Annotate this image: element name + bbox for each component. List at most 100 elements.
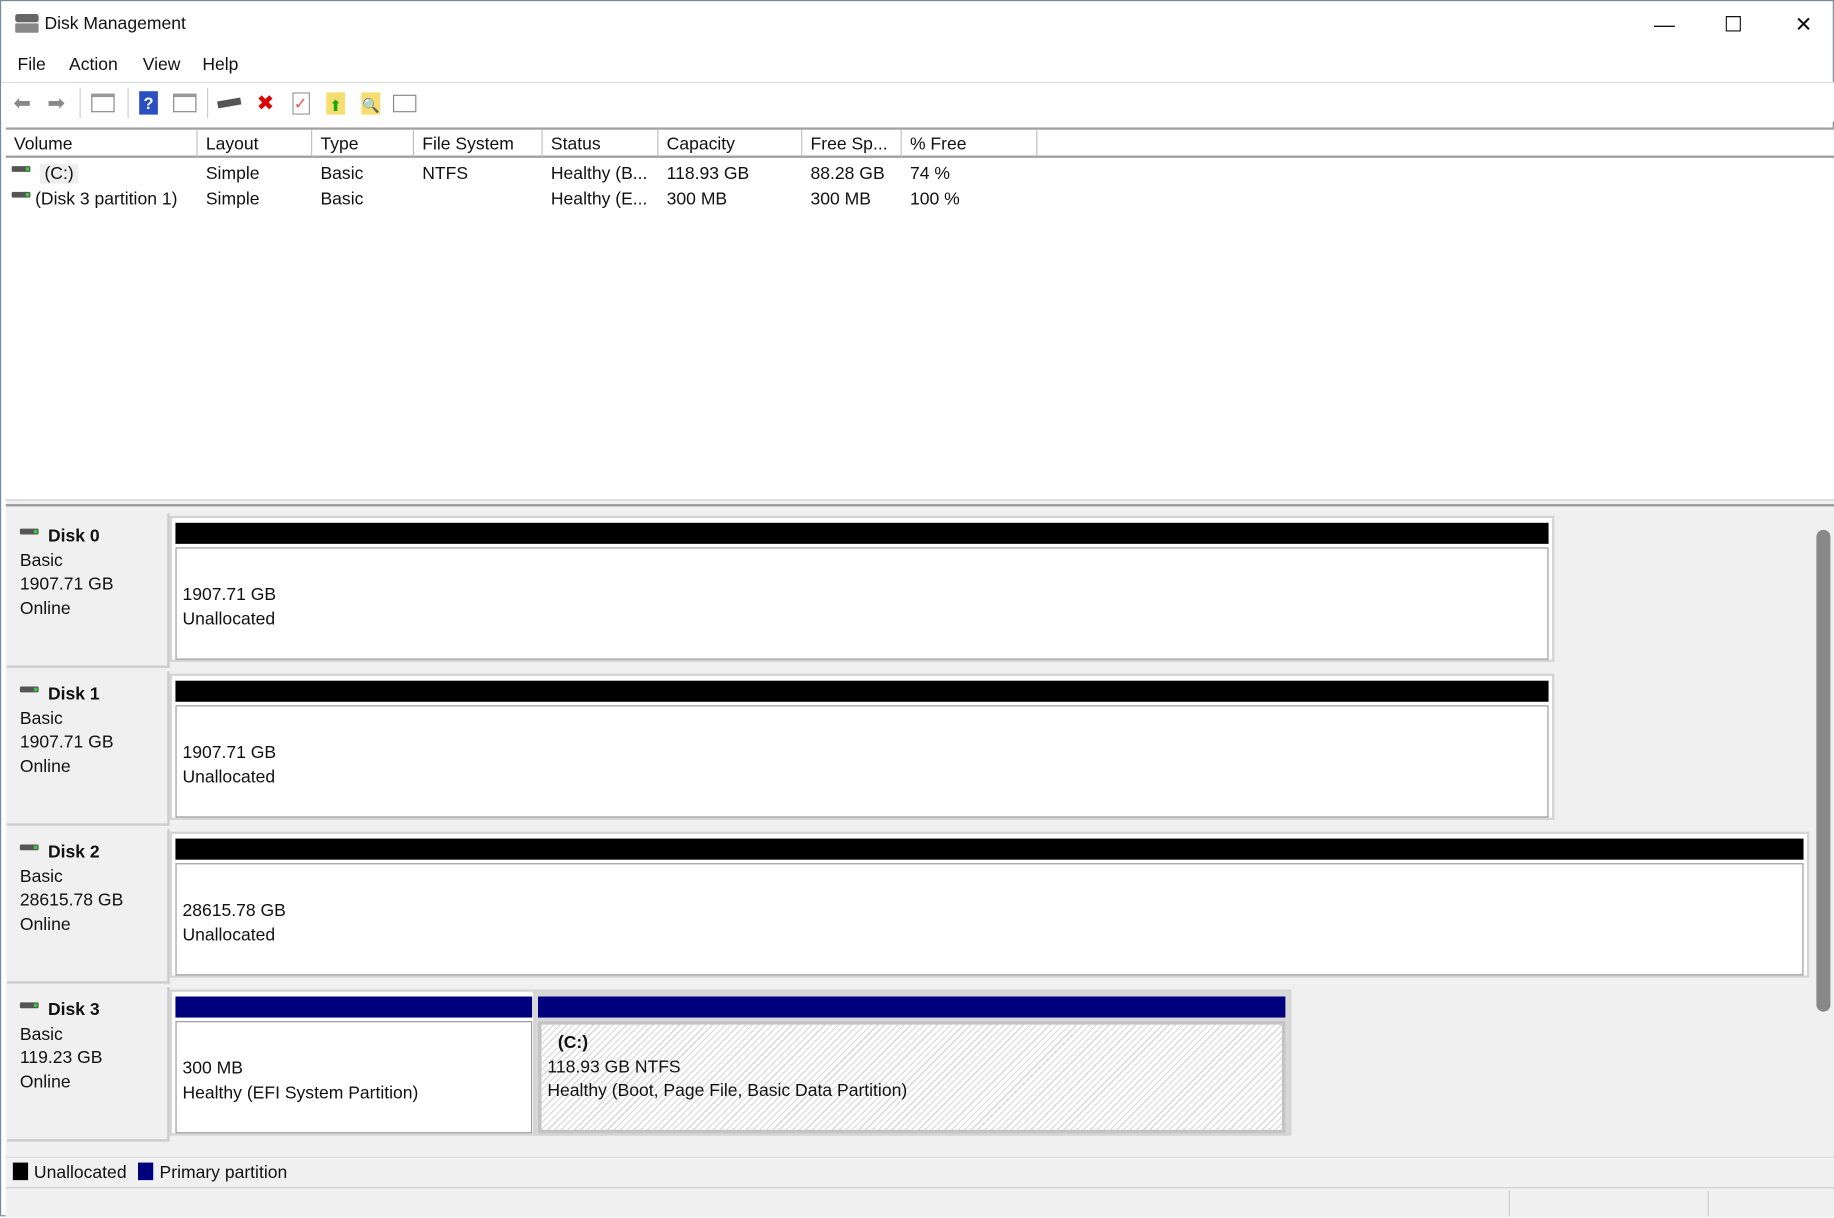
toolbar: ⬅ ➡ ? ✖ ✓ ⬆ 🔍 xyxy=(1,81,1834,122)
drive-icon xyxy=(19,844,39,851)
disk-type: Basic xyxy=(19,550,63,571)
minimize-button[interactable]: — xyxy=(1647,8,1682,41)
column-header-file-system[interactable]: File System xyxy=(414,129,543,158)
disk-3-label[interactable]: Disk 3 Basic 119.23 GB Online xyxy=(7,987,170,1142)
unallocated-bar xyxy=(175,838,1804,860)
help-icon[interactable]: ? xyxy=(136,90,162,116)
disk-1-unallocated-partition[interactable]: 1907.71 GB Unallocated xyxy=(169,673,1555,820)
layout-cell: Simple xyxy=(205,189,260,210)
column-header-status[interactable]: Status xyxy=(542,129,659,158)
drive-icon xyxy=(11,166,31,172)
column-header-percent-free[interactable]: % Free xyxy=(901,129,1038,158)
disk-name: Disk 2 xyxy=(47,842,100,862)
legend-unallocated: Unallocated xyxy=(33,1162,127,1183)
back-icon[interactable]: ⬅ xyxy=(9,90,35,116)
partition-status: Unallocated xyxy=(182,924,276,945)
partition-label: (C:) xyxy=(557,1032,589,1053)
disk-name: Disk 3 xyxy=(47,1000,100,1020)
free-space-cell: 300 MB xyxy=(810,189,872,210)
legend-primary-partition: Primary partition xyxy=(159,1162,288,1183)
menu-action[interactable]: Action xyxy=(69,55,118,75)
percent-free-cell: 100 % xyxy=(909,189,960,210)
column-header-layout[interactable]: Layout xyxy=(197,129,313,158)
column-header-type[interactable]: Type xyxy=(312,129,415,158)
disk-size: 28615.78 GB xyxy=(19,890,124,910)
maximize-button[interactable]: ☐ xyxy=(1716,8,1751,41)
drive-icon xyxy=(11,191,31,198)
disk-0-unallocated-partition[interactable]: 1907.71 GB Unallocated xyxy=(169,515,1555,662)
view-settings-icon[interactable] xyxy=(392,90,418,116)
disk-status: Online xyxy=(19,598,71,619)
close-button[interactable]: ✕ xyxy=(1786,8,1821,41)
disk-type: Basic xyxy=(19,1023,63,1044)
unallocated-bar xyxy=(175,522,1549,544)
file-system-cell: NTFS xyxy=(422,163,469,184)
disk-1-label[interactable]: Disk 1 Basic 1907.71 GB Online xyxy=(7,671,170,826)
disk-size: 119.23 GB xyxy=(19,1047,103,1068)
partition-status: Unallocated xyxy=(182,766,276,787)
column-header-capacity[interactable]: Capacity xyxy=(658,129,803,158)
drive-icon xyxy=(19,686,39,693)
partition-size: 118.93 GB NTFS xyxy=(547,1056,681,1077)
partition-status: Healthy (Boot, Page File, Basic Data Par… xyxy=(547,1080,908,1101)
disk-2-label[interactable]: Disk 2 Basic 28615.78 GB Online xyxy=(7,829,170,984)
unallocated-bar xyxy=(175,680,1549,702)
menu-view[interactable]: View xyxy=(143,55,181,75)
legend: Unallocated Primary partition xyxy=(5,1156,1834,1188)
vertical-scrollbar[interactable] xyxy=(1816,529,1831,1012)
volume-cell: (Disk 3 partition 1) xyxy=(6,187,177,213)
disk-management-app-icon xyxy=(15,14,39,33)
delete-icon[interactable]: ✖ xyxy=(253,90,279,116)
disk-name: Disk 1 xyxy=(47,684,100,705)
primary-partition-bar xyxy=(175,996,533,1018)
partition-status: Unallocated xyxy=(182,608,276,629)
status-cell: Healthy (B... xyxy=(550,163,648,184)
type-cell: Basic xyxy=(320,189,364,210)
menu-file[interactable]: File xyxy=(18,55,46,75)
drive-icon xyxy=(19,528,39,535)
status-bar xyxy=(5,1187,1834,1218)
primary-partition-bar xyxy=(538,996,1286,1018)
export-icon[interactable]: ⬆ xyxy=(323,90,349,116)
primary-partition-swatch xyxy=(138,1162,154,1181)
status-cell: Healthy (E... xyxy=(550,189,648,210)
disk-size: 1907.71 GB xyxy=(19,732,114,753)
percent-free-cell: 74 % xyxy=(909,163,950,184)
disk-status: Online xyxy=(19,1071,71,1092)
disk-2-unallocated-partition[interactable]: 28615.78 GB Unallocated xyxy=(169,831,1810,978)
disk-status: Online xyxy=(19,914,71,934)
capacity-cell: 300 MB xyxy=(666,189,728,210)
partition-status: Healthy (EFI System Partition) xyxy=(182,1082,419,1103)
layout-cell: Simple xyxy=(205,163,260,184)
disk-0-label[interactable]: Disk 0 Basic 1907.71 GB Online xyxy=(7,513,170,668)
disk-3-efi-partition[interactable]: 300 MB Healthy (EFI System Partition) xyxy=(169,989,536,1136)
properties-icon[interactable]: ✓ xyxy=(288,90,314,116)
show-hide-console-tree-icon[interactable] xyxy=(90,90,116,116)
partition-size: 300 MB xyxy=(182,1058,243,1079)
drive-icon xyxy=(19,1002,39,1009)
disk-status: Online xyxy=(19,756,71,777)
disk-management-window: Disk Management — ☐ ✕ File Action View H… xyxy=(0,0,1834,1218)
partition-size: 1907.71 GB xyxy=(182,584,277,605)
window-title: Disk Management xyxy=(44,14,186,34)
disk-name: Disk 0 xyxy=(47,526,100,547)
pane-splitter[interactable] xyxy=(5,499,1834,507)
volume-cell: (C:) xyxy=(6,161,79,187)
type-cell: Basic xyxy=(320,163,364,184)
partition-size: 1907.71 GB xyxy=(182,742,277,763)
volume-list: Volume Layout Type File System Status Ca… xyxy=(5,127,1834,500)
show-hide-action-pane-icon[interactable] xyxy=(172,90,198,116)
disk-type: Basic xyxy=(19,708,63,729)
partition-size: 28615.78 GB xyxy=(182,900,286,921)
column-header-free-space[interactable]: Free Sp... xyxy=(802,129,902,158)
menu-help[interactable]: Help xyxy=(202,55,238,75)
column-header-empty xyxy=(1037,129,1834,158)
connect-disk-icon[interactable] xyxy=(216,90,242,116)
disk-graphical-view: Disk 0 Basic 1907.71 GB Online 1907.71 G… xyxy=(5,506,1834,1157)
column-header-volume[interactable]: Volume xyxy=(5,129,198,158)
disk-size: 1907.71 GB xyxy=(19,574,114,595)
search-icon[interactable]: 🔍 xyxy=(358,90,384,116)
free-space-cell: 88.28 GB xyxy=(810,163,885,184)
disk-3-c-partition[interactable]: (C:) 118.93 GB NTFS Healthy (Boot, Page … xyxy=(533,989,1292,1136)
forward-icon[interactable]: ➡ xyxy=(43,90,69,116)
